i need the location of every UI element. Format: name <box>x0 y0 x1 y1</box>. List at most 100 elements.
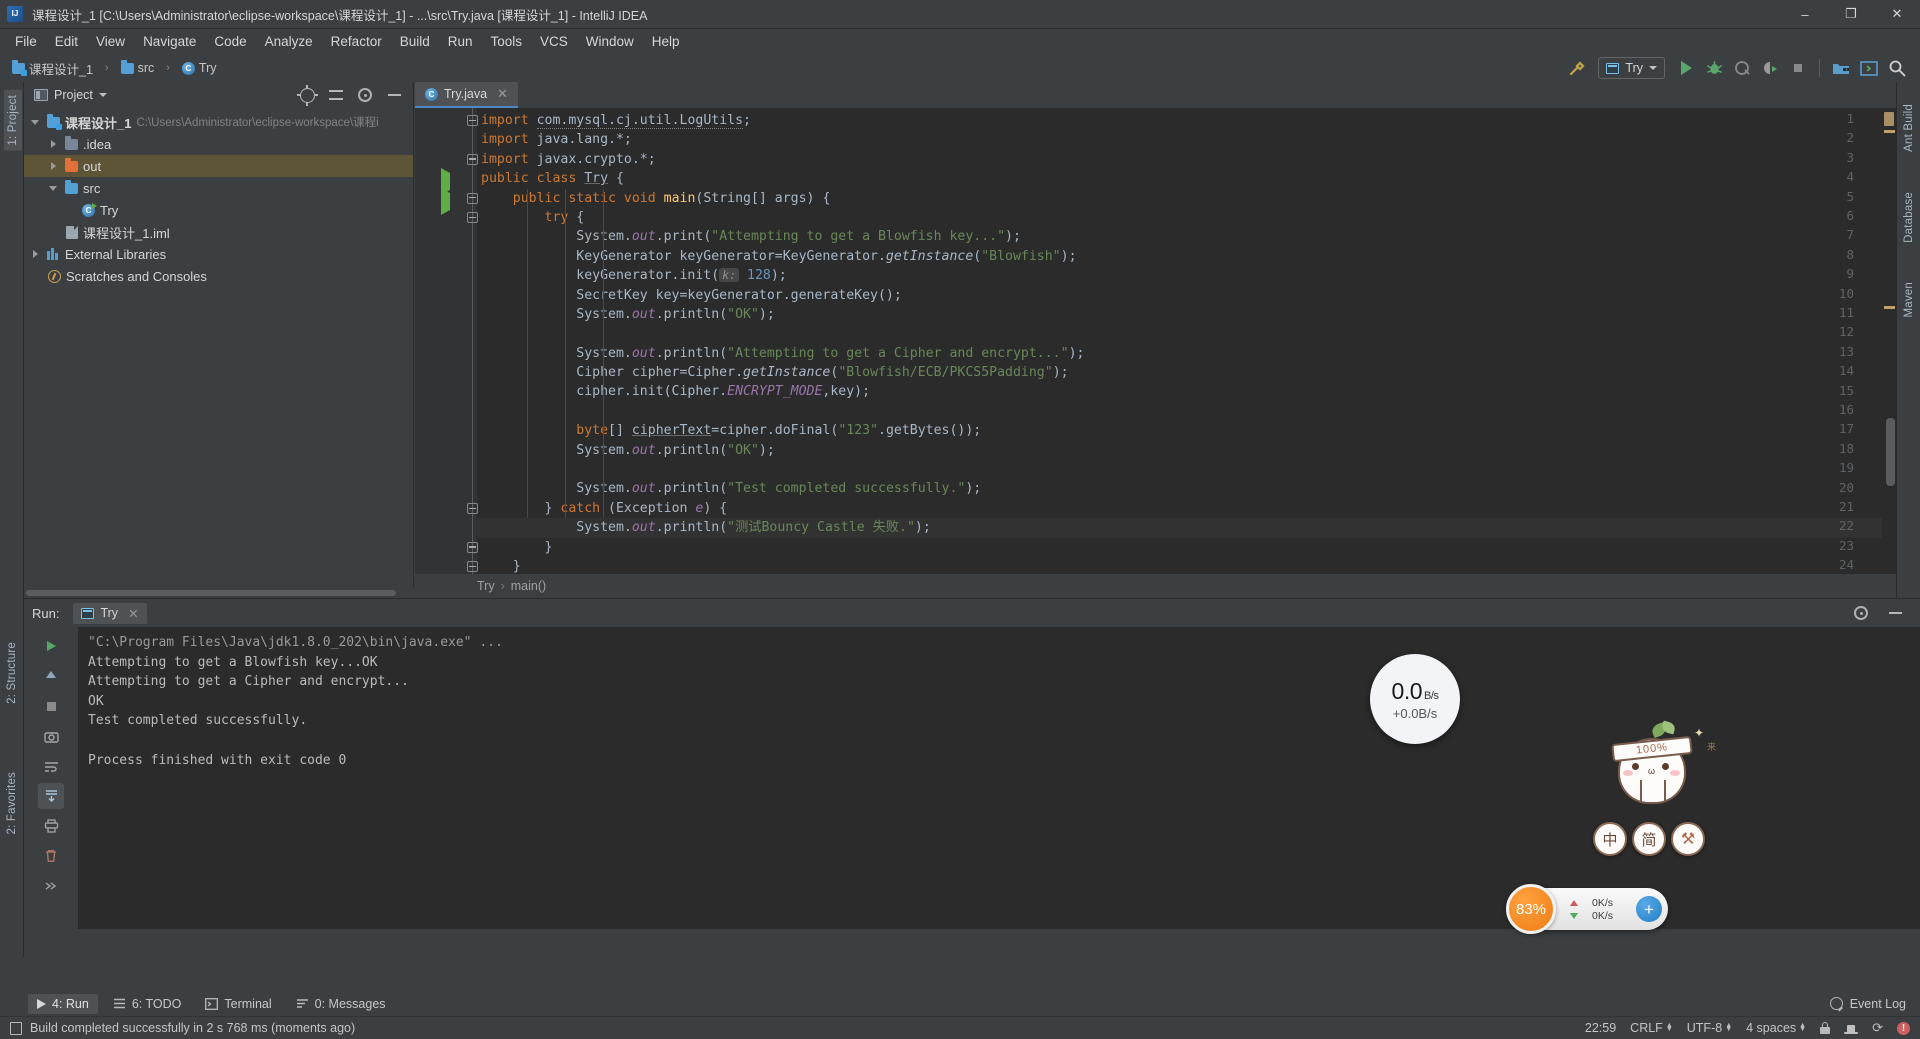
breadcrumb-class[interactable]: Try <box>477 579 495 593</box>
code-line[interactable]: System.out.println("OK"); <box>477 441 1896 460</box>
network-speed-ball-widget[interactable]: 0.0 B/s +0.0B/s <box>1370 654 1460 744</box>
run-with-coverage-button[interactable] <box>1729 56 1755 80</box>
tree-row-scratches[interactable]: Scratches and Consoles <box>24 265 413 287</box>
fold-close-icon[interactable] <box>467 541 478 553</box>
editor-tab-try-java[interactable]: Try.java ✕ <box>415 82 518 108</box>
bottom-tab-terminal[interactable]: Terminal <box>196 994 280 1014</box>
breadcrumb-method[interactable]: main() <box>511 579 546 593</box>
bottom-tab-run[interactable]: 4: Run <box>28 993 98 1014</box>
code-line[interactable]: System.out.println("Test completed succe… <box>477 479 1896 498</box>
tree-row-module[interactable]: 课程设计_1 C:\Users\Administrator\eclipse-wo… <box>24 111 413 133</box>
search-icon[interactable] <box>1884 56 1910 80</box>
chevron-down-icon[interactable] <box>30 116 42 128</box>
maximize-button[interactable]: ❐ <box>1828 0 1874 29</box>
menu-run[interactable]: Run <box>439 31 482 52</box>
fold-close-icon[interactable] <box>467 153 478 165</box>
tree-row-external-libraries[interactable]: External Libraries <box>24 243 413 265</box>
code-line[interactable]: cipher.init(Cipher.ENCRYPT_MODE,key); <box>477 382 1896 401</box>
menu-code[interactable]: Code <box>205 31 255 52</box>
trash-icon[interactable] <box>38 843 64 869</box>
code-line[interactable]: import java.lang.*; <box>477 130 1896 149</box>
run-tab-try[interactable]: Try ✕ <box>73 602 147 624</box>
marker-stripe[interactable] <box>1884 306 1895 309</box>
lock-icon[interactable] <box>1820 1022 1831 1034</box>
marker-stripe[interactable] <box>1884 130 1895 133</box>
status-encoding[interactable]: UTF-8 ▲ ▼ <box>1687 1021 1732 1035</box>
add-button[interactable]: + <box>1636 896 1662 922</box>
editor-markers-strip[interactable] <box>1882 108 1896 598</box>
stop-button[interactable] <box>38 693 64 719</box>
menu-help[interactable]: Help <box>643 31 689 52</box>
minus-icon[interactable] <box>381 83 407 107</box>
chevron-down-icon[interactable] <box>48 182 60 194</box>
run-configuration-selector[interactable]: Try <box>1598 57 1665 79</box>
menu-window[interactable]: Window <box>577 31 643 52</box>
profile-button[interactable] <box>1757 56 1783 80</box>
debug-button[interactable] <box>1701 56 1727 80</box>
menu-navigate[interactable]: Navigate <box>134 31 205 52</box>
menu-file[interactable]: File <box>6 31 46 52</box>
menu-analyze[interactable]: Analyze <box>256 31 322 52</box>
project-structure-button[interactable] <box>1828 56 1854 80</box>
bottom-tab-todo[interactable]: 6: TODO <box>104 994 191 1014</box>
code-line[interactable]: import javax.crypto.*; <box>477 150 1896 169</box>
close-icon[interactable]: ✕ <box>497 86 508 102</box>
stop-button[interactable] <box>1785 56 1811 80</box>
chevron-right-icon[interactable] <box>48 160 60 172</box>
code-line[interactable]: } catch (Exception e) { <box>477 499 1896 518</box>
code-line[interactable]: Cipher cipher=Cipher.getInstance("Blowfi… <box>477 363 1896 382</box>
wrap-icon[interactable] <box>38 753 64 779</box>
code-line[interactable] <box>477 324 1896 343</box>
ime-mascot-widget[interactable]: 100% ω ✦ 来 <box>1600 716 1716 816</box>
menu-edit[interactable]: Edit <box>46 31 87 52</box>
event-log-label[interactable]: Event Log <box>1850 997 1906 1011</box>
minimize-button[interactable]: – <box>1782 0 1828 29</box>
code-line[interactable]: } <box>477 538 1896 557</box>
code-line[interactable]: System.out.println("Attempting to get a … <box>477 344 1896 363</box>
code-line[interactable]: System.out.println("OK"); <box>477 305 1896 324</box>
gear-icon[interactable] <box>1848 601 1874 625</box>
scroll-end-icon[interactable] <box>38 783 64 809</box>
chevron-down-icon[interactable] <box>98 93 107 97</box>
code-line[interactable] <box>477 460 1896 479</box>
rail-item-maven[interactable]: Maven <box>1903 282 1915 318</box>
rail-item-project[interactable]: 1: Project <box>4 90 22 151</box>
menu-view[interactable]: View <box>87 31 134 52</box>
code-line[interactable]: System.out.print("Attempting to get a Bl… <box>477 227 1896 246</box>
language-simplified-button[interactable]: 简 <box>1632 822 1666 856</box>
arrow-up-icon[interactable] <box>38 663 64 689</box>
tree-row-out[interactable]: out <box>24 155 413 177</box>
bottom-tab-messages[interactable]: 0: Messages <box>287 994 395 1014</box>
locate-icon[interactable] <box>294 83 320 107</box>
menu-build[interactable]: Build <box>391 31 439 52</box>
rail-item-structure[interactable]: 2: Structure <box>6 642 18 704</box>
tree-row-idea[interactable]: .idea <box>24 133 413 155</box>
menu-refactor[interactable]: Refactor <box>322 31 391 52</box>
collapse-all-icon[interactable] <box>323 83 349 107</box>
tree-row-iml[interactable]: 课程设计_1.iml <box>24 221 413 243</box>
fold-open-icon[interactable] <box>467 212 478 223</box>
toolbox-button[interactable]: ⚒ <box>1671 822 1705 856</box>
fold-close-icon[interactable] <box>467 561 478 573</box>
hat-inspection-icon[interactable] <box>1844 1022 1859 1035</box>
code-editor[interactable]: import com.mysql.cj.util.LogUtils; import… <box>415 108 1896 598</box>
scrollbar-thumb[interactable] <box>26 590 396 596</box>
error-badge-icon[interactable] <box>1897 1021 1910 1035</box>
code-line[interactable]: keyGenerator.init(k: 128); <box>477 266 1896 285</box>
run-button[interactable] <box>1673 56 1699 80</box>
rail-item-database[interactable]: Database <box>1903 192 1915 243</box>
chevron-right-icon[interactable] <box>48 138 60 150</box>
code-line[interactable]: import com.mysql.cj.util.LogUtils; <box>477 111 1896 130</box>
close-icon[interactable]: ✕ <box>128 606 138 621</box>
chevron-right-icon[interactable] <box>30 248 42 260</box>
code-line[interactable]: byte[] cipherText=cipher.doFinal("123".g… <box>477 421 1896 440</box>
code-line[interactable]: public static void main(String[] args) { <box>477 189 1896 208</box>
chevrons-icon[interactable] <box>38 873 64 899</box>
memory-percent-badge[interactable]: 83% <box>1506 884 1556 934</box>
code-line[interactable]: SecretKey key=keyGenerator.generateKey()… <box>477 286 1896 305</box>
printer-icon[interactable] <box>38 813 64 839</box>
breadcrumb-item-module[interactable]: 课程设计_1 <box>8 57 97 80</box>
terminal-window-icon[interactable] <box>1856 56 1882 80</box>
code-content[interactable]: import com.mysql.cj.util.LogUtils; import… <box>477 108 1896 598</box>
rail-item-favorites[interactable]: 2: Favorites <box>6 772 18 834</box>
